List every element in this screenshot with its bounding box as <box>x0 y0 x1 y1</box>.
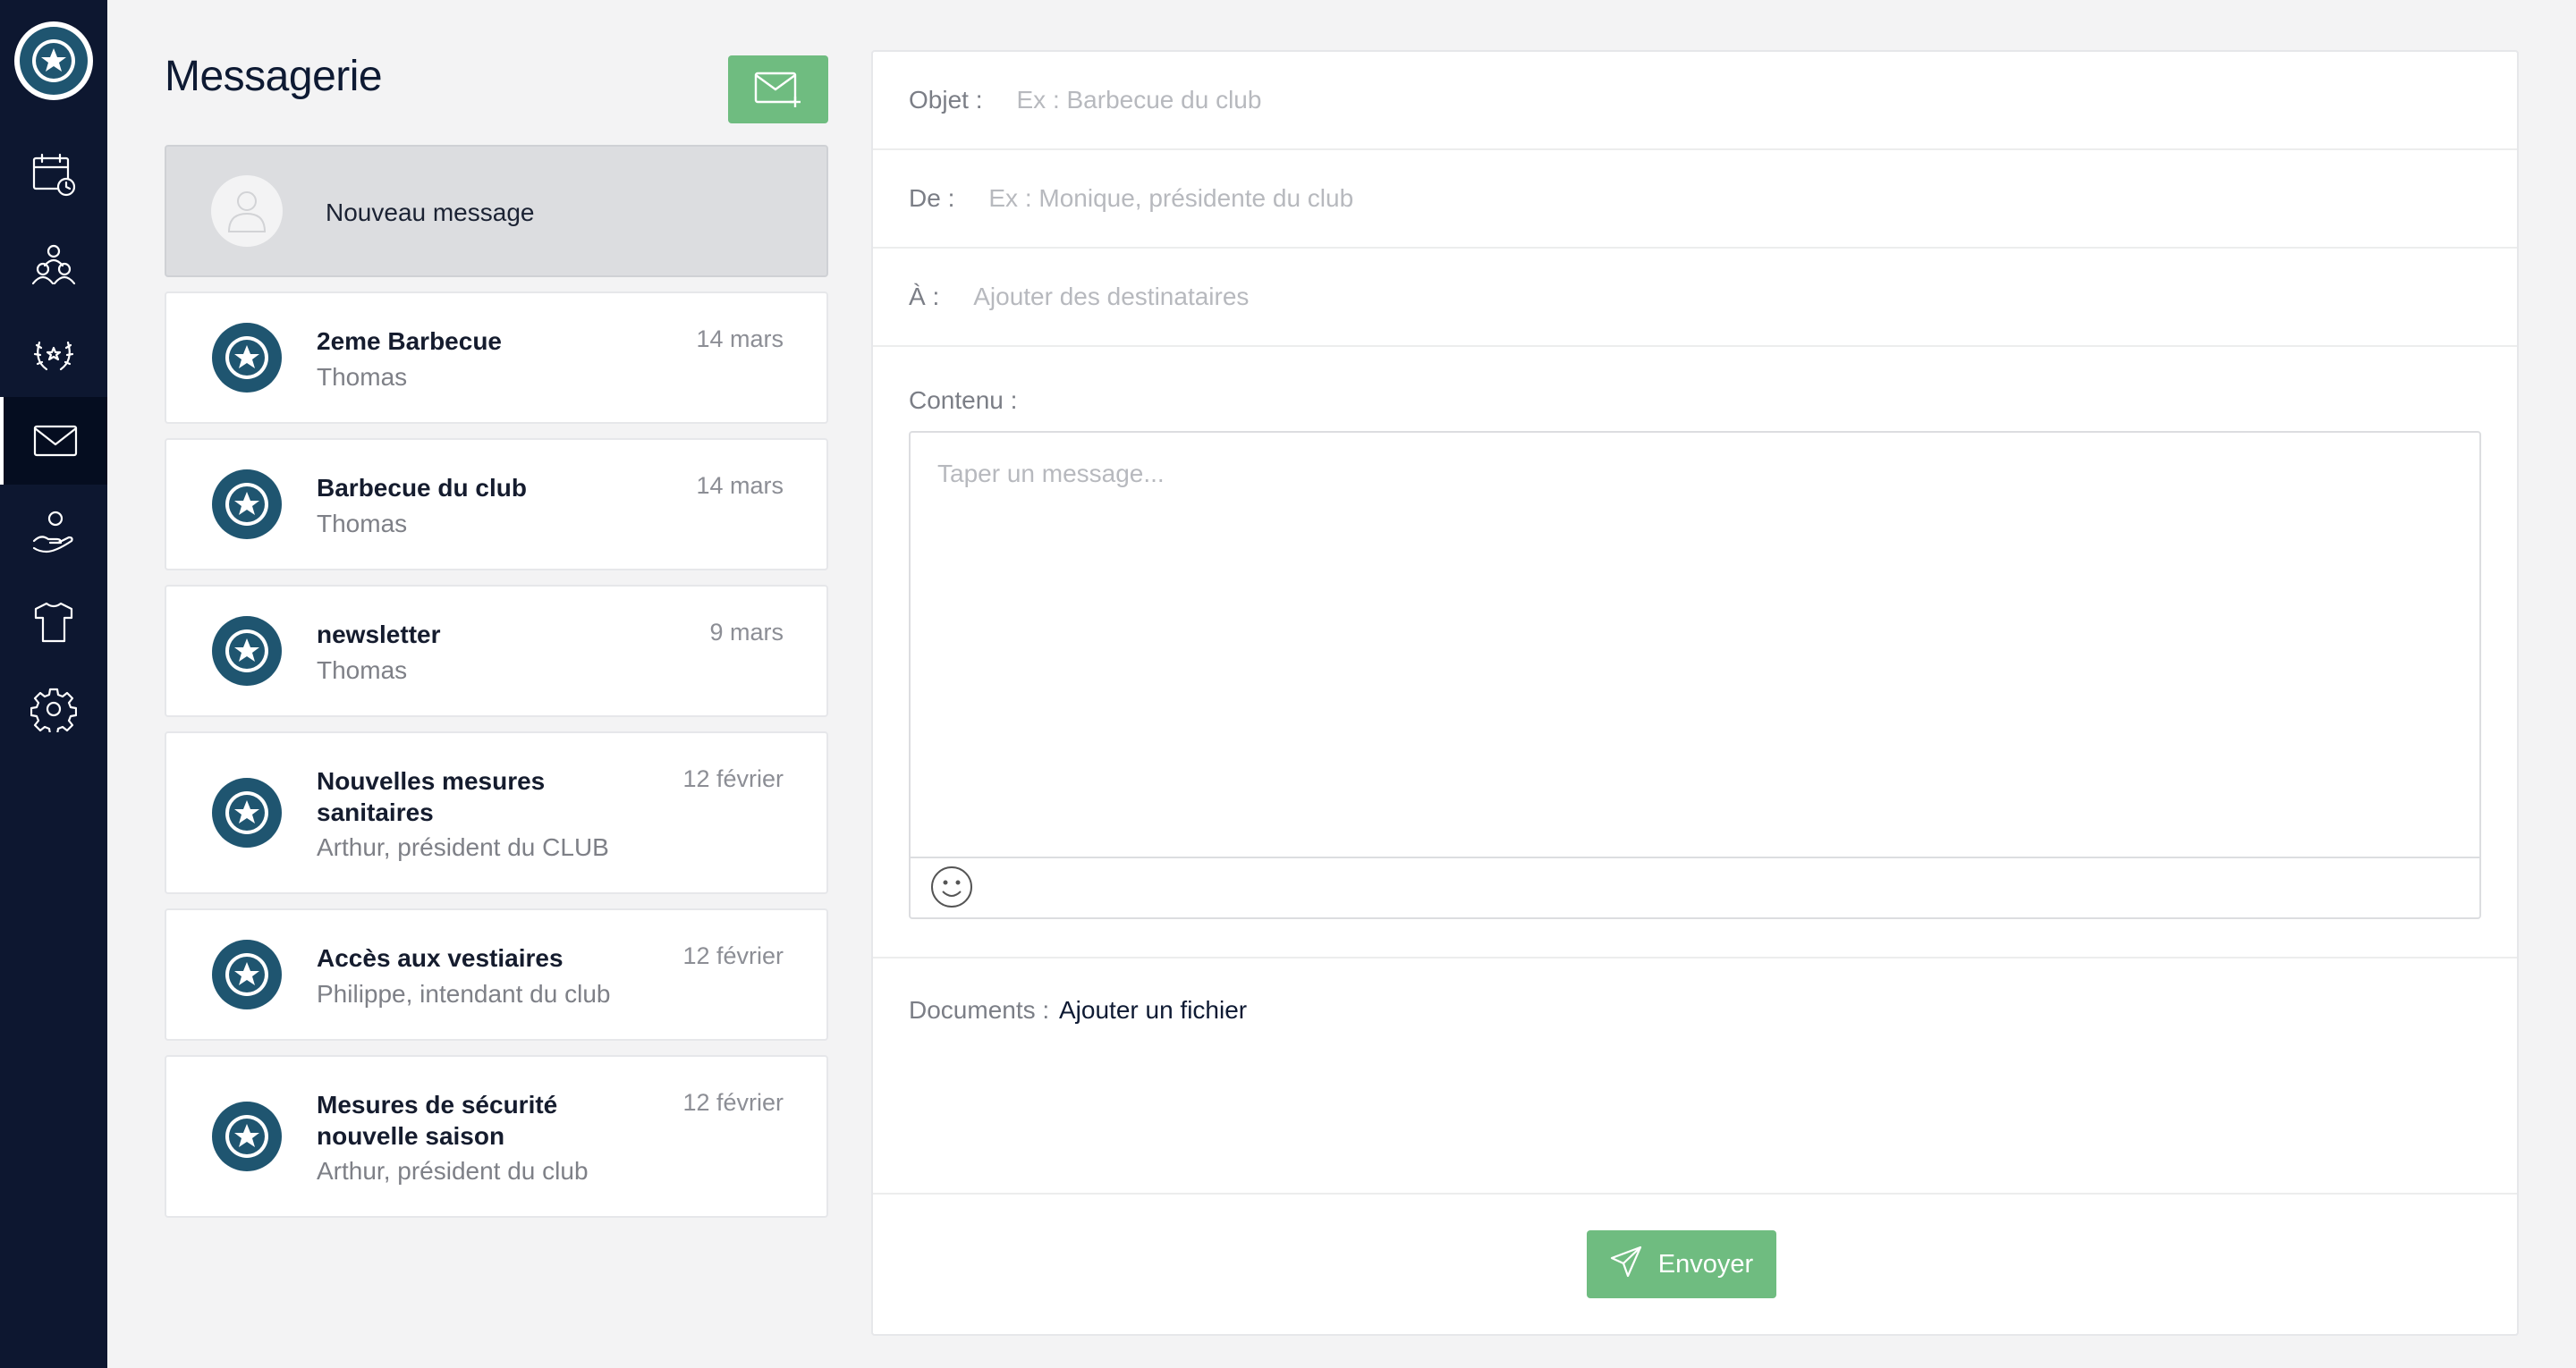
club-badge-icon <box>211 615 283 687</box>
message-sender: Thomas <box>317 510 408 537</box>
message-title: 2eme Barbecue <box>317 327 503 355</box>
user-placeholder-icon <box>227 191 267 232</box>
nav-volunteers[interactable] <box>0 488 107 576</box>
add-file-link[interactable]: Ajouter un fichier <box>1059 996 1247 1025</box>
avatar-placeholder <box>211 175 283 247</box>
message-item[interactable]: Mesures de sécurité nouvelle saison Arthu… <box>165 1055 828 1218</box>
nav-settings[interactable] <box>0 665 107 753</box>
subject-label: Objet : <box>909 86 983 114</box>
documents-label: Documents : <box>909 996 1050 1024</box>
from-input[interactable] <box>988 184 2241 213</box>
send-button[interactable]: Envoyer <box>1587 1230 1776 1298</box>
club-badge-icon <box>211 1101 283 1172</box>
calendar-icon <box>32 153 76 197</box>
nav-messages[interactable] <box>0 397 107 485</box>
laurel-icon <box>33 341 74 371</box>
compose-button[interactable] <box>728 55 828 123</box>
message-sender: Thomas <box>317 656 408 684</box>
message-sender: Arthur, président du club <box>317 1157 589 1185</box>
subject-row: Objet : <box>873 52 2517 150</box>
documents-row: Documents : Ajouter un fichier <box>873 957 2517 1195</box>
club-badge-icon <box>211 322 283 393</box>
nav-competitions[interactable] <box>0 309 107 397</box>
smiley-icon <box>931 866 972 908</box>
message-date: 14 mars <box>696 325 784 352</box>
new-message-label: Nouveau message <box>326 198 535 226</box>
message-date: 12 février <box>682 765 784 792</box>
new-message-card[interactable]: Nouveau message <box>165 145 828 277</box>
emoji-button[interactable] <box>928 864 975 910</box>
message-item[interactable]: Accès aux vestiaires Philippe, intendant … <box>165 908 828 1041</box>
paper-plane-icon <box>1610 1246 1641 1278</box>
to-row: À : <box>873 249 2517 347</box>
message-textarea[interactable] <box>911 433 2479 858</box>
message-sender: Philippe, intendant du club <box>317 980 611 1008</box>
compose-panel: Objet : De : À : Contenu : Documents : A… <box>871 50 2519 1336</box>
club-badge-icon <box>211 777 283 849</box>
club-badge-icon <box>211 469 283 540</box>
message-date: 9 mars <box>709 619 784 646</box>
message-sender: Arthur, président du CLUB <box>317 833 609 861</box>
message-editor <box>909 431 2481 919</box>
mail-icon <box>33 425 78 457</box>
nav-calendar[interactable] <box>0 131 107 218</box>
send-label: Envoyer <box>1657 1249 1754 1279</box>
message-item[interactable]: newsletter Thomas 9 mars <box>165 585 828 717</box>
message-date: 14 mars <box>696 472 784 499</box>
message-title: Mesures de sécurité nouvelle saison <box>317 1091 558 1150</box>
content-label: Contenu : <box>909 386 1018 414</box>
nav-members[interactable] <box>0 220 107 308</box>
to-label: À : <box>909 283 940 310</box>
gear-icon <box>30 688 77 732</box>
message-item[interactable]: Nouvelles mesures sanitaires Arthur, prés… <box>165 731 828 894</box>
message-title: Accès aux vestiaires <box>317 944 564 972</box>
hand-user-icon <box>32 511 73 553</box>
from-row: De : <box>873 150 2517 249</box>
message-item[interactable]: Barbecue du club Thomas 14 mars <box>165 438 828 570</box>
subject-input[interactable] <box>1016 86 2269 114</box>
message-title: newsletter <box>317 621 441 648</box>
from-label: De : <box>909 184 955 212</box>
shirt-icon <box>34 602 73 643</box>
recipients-input[interactable] <box>973 283 2226 311</box>
mail-plus-icon <box>754 72 801 107</box>
message-sender: Thomas <box>317 363 408 391</box>
sidebar <box>0 0 107 1368</box>
message-title: Barbecue du club <box>317 474 527 502</box>
message-date: 12 février <box>682 1089 784 1116</box>
page-title: Messagerie <box>165 53 383 100</box>
message-item[interactable]: 2eme Barbecue Thomas 14 mars <box>165 291 828 424</box>
message-date: 12 février <box>682 942 784 969</box>
users-icon <box>31 244 76 285</box>
message-title: Nouvelles mesures sanitaires <box>317 767 546 826</box>
nav-shop[interactable] <box>0 578 107 665</box>
club-logo[interactable] <box>14 21 93 100</box>
club-badge-icon <box>211 939 283 1010</box>
